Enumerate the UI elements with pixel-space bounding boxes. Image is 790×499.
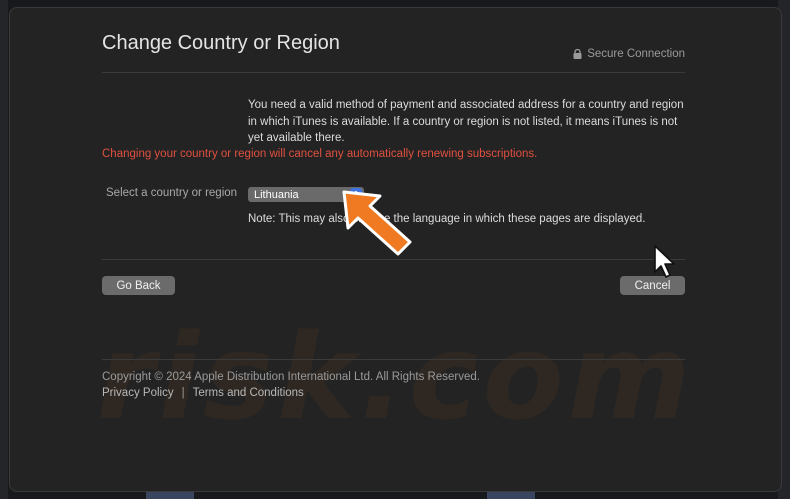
secure-connection-label: Secure Connection xyxy=(587,48,685,60)
go-back-button[interactable]: Go Back xyxy=(102,276,175,295)
header-divider xyxy=(102,72,685,73)
page-title: Change Country or Region xyxy=(102,32,340,54)
mouse-cursor-icon xyxy=(654,245,675,278)
language-note: Note: This may also change the language … xyxy=(248,213,646,225)
footer-links: Privacy Policy | Terms and Conditions xyxy=(102,387,304,399)
pointer-arrow-icon xyxy=(342,190,412,256)
background-window-edge-left xyxy=(0,0,8,499)
country-select-label: Select a country or region xyxy=(106,187,238,199)
privacy-policy-link[interactable]: Privacy Policy xyxy=(102,387,174,399)
lock-icon xyxy=(573,49,582,59)
footer-separator: | xyxy=(181,387,185,399)
copyright-text: Copyright © 2024 Apple Distribution Inte… xyxy=(102,371,480,383)
info-text: You need a valid method of payment and a… xyxy=(248,99,684,144)
subscription-warning: Changing your country or region will can… xyxy=(102,148,538,160)
secure-connection-indicator: Secure Connection xyxy=(573,48,685,60)
country-select-value: Lithuania xyxy=(254,188,299,201)
footer-divider xyxy=(102,359,685,360)
terms-link[interactable]: Terms and Conditions xyxy=(193,387,304,399)
content-divider xyxy=(102,259,685,260)
